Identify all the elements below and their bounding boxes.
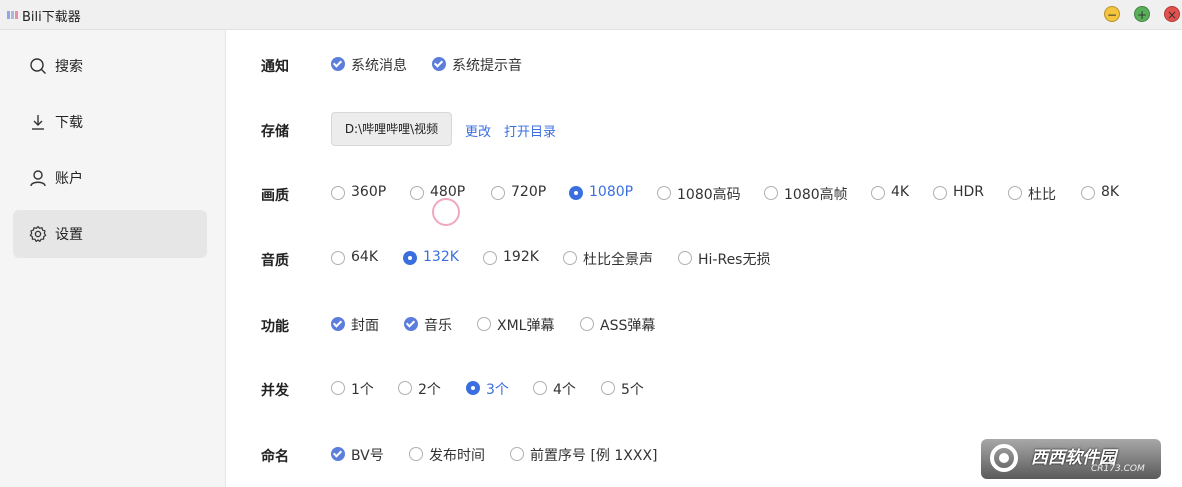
option-label: ASS弹幕 <box>600 318 656 334</box>
sidebar-item-download[interactable]: 下载 <box>13 98 207 146</box>
checkbox-checked-icon <box>331 317 345 331</box>
radio-off-icon <box>764 186 778 200</box>
radio-off-icon <box>657 186 671 200</box>
checkbox-unchecked-icon <box>510 447 524 461</box>
option-label: 4个 <box>553 382 576 398</box>
option-label: 720P <box>511 184 547 200</box>
sidebar-item-account[interactable]: 账户 <box>13 154 207 202</box>
option-label: 音乐 <box>424 318 452 334</box>
sidebar-item-label: 下载 <box>55 115 83 131</box>
option-label: 132K <box>423 249 459 265</box>
row-label: 存储 <box>261 124 289 140</box>
option-label: 64K <box>351 249 378 265</box>
radio-off-icon <box>933 186 947 200</box>
option-label: 系统消息 <box>351 58 407 74</box>
maximize-button[interactable]: + <box>1134 6 1150 22</box>
checkbox-checked-icon <box>432 57 446 71</box>
option-label: 系统提示音 <box>452 58 522 74</box>
app-logo-icon <box>7 11 19 19</box>
close-button[interactable]: × <box>1164 6 1180 22</box>
download-icon <box>32 115 44 130</box>
radio-off-icon <box>410 186 424 200</box>
checkbox-unchecked-icon <box>477 317 491 331</box>
settings-row-audio: 音质 64K 132K 192K 杜比全景声 Hi-Res无损 <box>226 244 1182 274</box>
sidebar-item-label: 设置 <box>55 227 83 243</box>
option-label: 杜比 <box>1028 187 1056 203</box>
option-label: XML弹幕 <box>497 318 555 334</box>
row-label: 音质 <box>261 253 289 269</box>
checkbox-checked-icon <box>331 447 345 461</box>
radio-on-icon <box>466 381 480 395</box>
checkbox-unchecked-icon <box>409 447 423 461</box>
option-label: 1080高帧 <box>784 187 848 203</box>
option-label: BV号 <box>351 448 384 464</box>
storage-path-field[interactable]: D:\哔哩哔哩\视频 <box>331 112 452 146</box>
checkbox-checked-icon <box>331 57 345 71</box>
settings-row-features: 功能 封面 音乐 XML弹幕 ASS弹幕 <box>226 310 1182 340</box>
radio-off-icon <box>331 381 345 395</box>
watermark-swirl-icon <box>990 444 1018 472</box>
gear-icon <box>29 225 47 242</box>
row-label: 画质 <box>261 188 289 204</box>
radio-on-icon <box>403 251 417 265</box>
row-label: 并发 <box>261 383 289 399</box>
radio-off-icon <box>871 186 885 200</box>
option-label: 8K <box>1101 184 1120 200</box>
watermark-logo: 西西软件园 CR173.COM <box>981 439 1161 479</box>
open-folder-link[interactable]: 打开目录 <box>504 121 556 140</box>
checkbox-checked-icon <box>404 317 418 331</box>
row-label: 功能 <box>261 319 289 335</box>
radio-off-icon <box>398 381 412 395</box>
sidebar-item-label: 搜索 <box>55 59 83 75</box>
title-bar: Bili下载器 − + × <box>0 0 1182 30</box>
radio-off-icon <box>483 251 497 265</box>
row-label: 通知 <box>261 59 289 75</box>
search-icon <box>30 58 46 74</box>
radio-off-icon <box>533 381 547 395</box>
radio-off-icon <box>491 186 505 200</box>
minimize-button[interactable]: − <box>1104 6 1120 22</box>
watermark-subtext: CR173.COM <box>1091 464 1145 474</box>
settings-row-concurrency: 并发 1个 2个 3个 4个 5个 <box>226 374 1182 404</box>
sidebar-item-search[interactable]: 搜索 <box>13 42 207 90</box>
option-label: 发布时间 <box>429 448 485 464</box>
option-label: Hi-Res无损 <box>698 252 771 268</box>
option-label: HDR <box>953 184 985 200</box>
radio-off-icon <box>1008 186 1022 200</box>
radio-off-icon <box>678 251 692 265</box>
radio-off-icon <box>601 381 615 395</box>
radio-off-icon <box>563 251 577 265</box>
settings-row-quality: 画质 360P 480P 720P 1080P 1080高码 1080高帧 4K… <box>226 179 1182 209</box>
sidebar: 搜索 下载 账户 设置 <box>0 30 226 487</box>
change-path-link[interactable]: 更改 <box>465 121 491 140</box>
click-ripple-indicator <box>432 198 460 226</box>
settings-panel: 通知 系统消息 系统提示音 存储 D:\哔哩哔哩\视频 更改 打开目录 画质 3… <box>226 30 1182 487</box>
row-label: 命名 <box>261 449 289 465</box>
option-label: 1080P <box>589 184 634 200</box>
option-label: 1080高码 <box>677 187 741 203</box>
option-label: 1个 <box>351 382 374 398</box>
radio-off-icon <box>331 251 345 265</box>
window-title: Bili下载器 <box>22 10 81 25</box>
option-label: 杜比全景声 <box>583 252 653 268</box>
option-label: 前置序号 [例 1XXX] <box>530 448 658 464</box>
radio-on-icon <box>569 186 583 200</box>
option-label: 4K <box>891 184 910 200</box>
option-label: 5个 <box>621 382 644 398</box>
checkbox-unchecked-icon <box>580 317 594 331</box>
sidebar-item-settings[interactable]: 设置 <box>13 210 207 258</box>
settings-row-notify: 通知 系统消息 系统提示音 <box>226 50 1182 80</box>
option-label: 360P <box>351 184 387 200</box>
radio-off-icon <box>1081 186 1095 200</box>
option-label: 192K <box>503 249 539 265</box>
option-label: 2个 <box>418 382 441 398</box>
option-label: 封面 <box>351 318 379 334</box>
option-label: 3个 <box>486 382 509 398</box>
user-icon <box>30 170 46 187</box>
radio-off-icon <box>331 186 345 200</box>
sidebar-item-label: 账户 <box>55 171 83 187</box>
